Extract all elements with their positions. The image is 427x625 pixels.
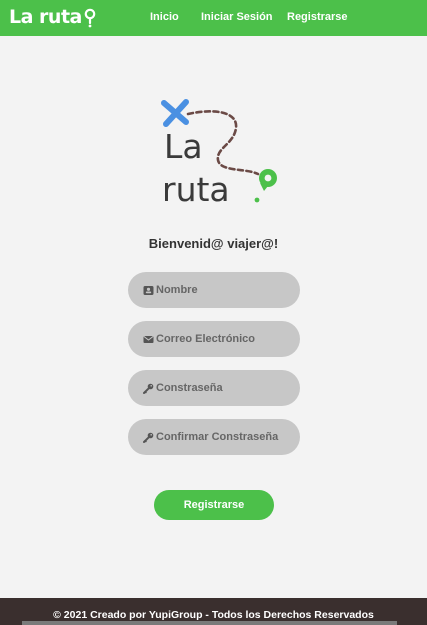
password-field-placeholder: Constraseña [156,382,223,394]
footer-scrollbar[interactable] [22,621,397,625]
footer-copyright: © 2021 Creado por YupiGroup - Todos los … [53,609,374,621]
x-mark-icon [161,99,189,127]
key-icon [143,432,154,443]
envelope-icon [143,335,154,343]
email-field-placeholder: Correo Electrónico [156,333,256,345]
nav-link-registrarse[interactable]: Registrarse [287,11,348,23]
la-ruta-logo: La ruta [161,99,277,209]
password-field[interactable]: Constraseña [128,370,300,406]
confirm-password-field-placeholder: Confirmar Constraseña [156,431,279,443]
name-field-placeholder: Nombre [156,284,198,296]
id-card-icon [143,285,154,295]
logo-text-la: La [164,127,203,166]
nav-link-inicio[interactable]: Inicio [150,11,179,23]
nav-link-iniciar-sesion[interactable]: Iniciar Sesión [201,11,273,23]
key-icon [143,383,154,394]
email-field[interactable]: Correo Electrónico [128,321,300,357]
confirm-password-field[interactable]: Confirmar Constraseña [128,419,300,455]
welcome-heading: Bienvenid@ viajer@! [148,236,279,251]
brand-name: La ruta [9,6,82,28]
logo-text-ruta: ruta [162,170,230,209]
brand-logo[interactable]: La ruta [9,6,96,28]
navbar: La ruta Inicio Iniciar Sesión Registrars… [0,0,427,36]
name-field[interactable]: Nombre [128,272,300,308]
register-button[interactable]: Registrarse [154,490,274,520]
map-pin-icon [84,8,96,27]
